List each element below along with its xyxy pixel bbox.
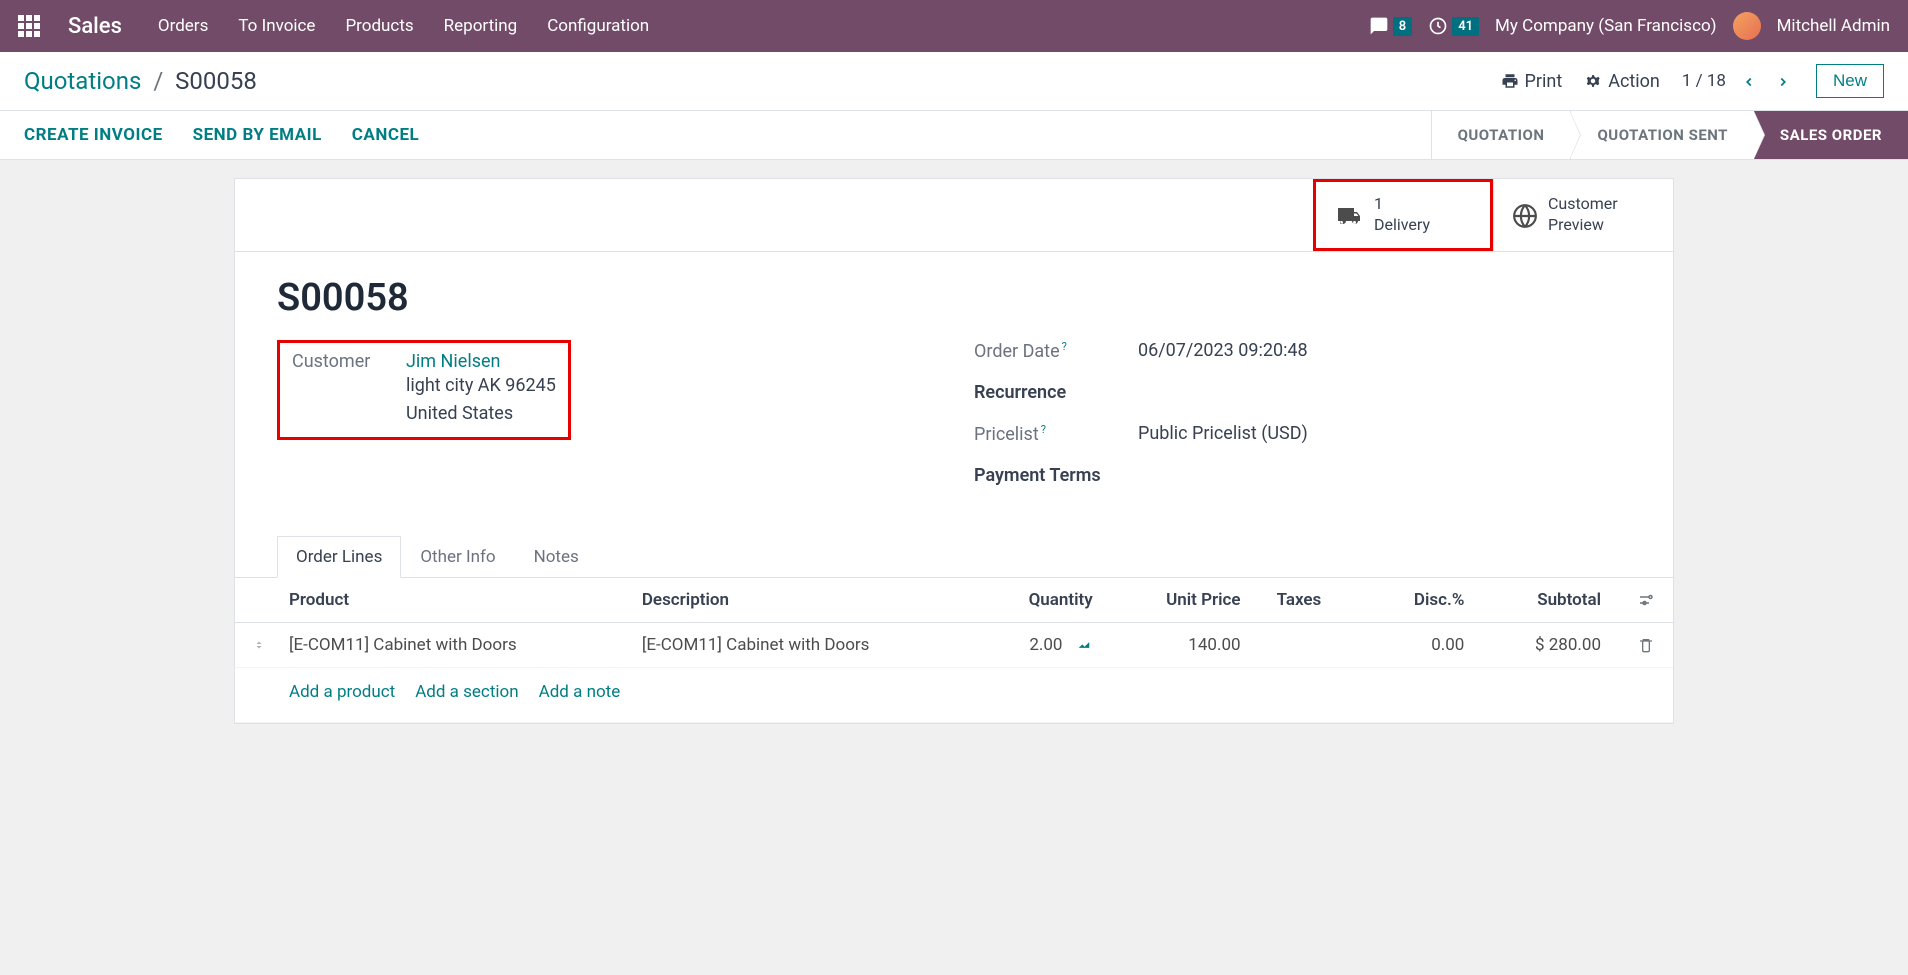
col-description[interactable]: Description [624,578,977,623]
action-bar: CREATE INVOICE SEND BY EMAIL CANCEL QUOT… [0,111,1908,160]
add-section-link[interactable]: Add a section [415,682,518,702]
delivery-stat-button[interactable]: 1 Delivery [1313,179,1493,251]
col-taxes[interactable]: Taxes [1259,578,1367,623]
order-date-label: Order Date? [974,340,1114,362]
printer-icon [1501,72,1519,90]
nav-configuration[interactable]: Configuration [547,16,649,36]
col-unit-price[interactable]: Unit Price [1111,578,1259,623]
messages-badge: 8 [1393,17,1412,36]
nav-reporting[interactable]: Reporting [444,16,518,36]
nav-orders[interactable]: Orders [158,16,208,36]
breadcrumb-sep: / [153,67,163,95]
add-product-link[interactable]: Add a product [289,682,395,702]
col-product[interactable]: Product [271,578,624,623]
preview-line1: Customer [1548,194,1618,215]
nav-products[interactable]: Products [345,16,413,36]
pager-count[interactable]: 1 / 18 [1682,71,1726,91]
forecast-icon[interactable] [1075,635,1093,655]
order-number: S00058 [277,276,1631,320]
pager-next[interactable] [1772,71,1794,92]
table-row[interactable]: [E-COM11] Cabinet with Doors [E-COM11] C… [235,622,1673,667]
customer-link[interactable]: Jim Nielsen [406,351,500,372]
delivery-label: Delivery [1374,215,1430,236]
customer-preview-button[interactable]: Customer Preview [1493,179,1673,251]
cell-unit-price[interactable]: 140.00 [1111,622,1259,667]
activities-button[interactable]: 41 [1428,16,1479,36]
order-date-value[interactable]: 06/07/2023 09:20:48 [1138,340,1308,361]
col-disc[interactable]: Disc.% [1367,578,1483,623]
cancel-button[interactable]: CANCEL [352,125,419,145]
send-email-button[interactable]: SEND BY EMAIL [193,125,322,145]
chevron-right-icon [1776,75,1790,89]
button-box: 1 Delivery Customer Preview [235,179,1673,252]
cell-taxes[interactable] [1259,622,1367,667]
columns-settings-icon[interactable] [1619,578,1673,623]
create-invoice-button[interactable]: CREATE INVOICE [24,125,163,145]
status-quotation-sent[interactable]: QUOTATION SENT [1570,111,1753,159]
breadcrumb-root[interactable]: Quotations [24,67,141,95]
apps-icon[interactable] [18,15,40,37]
breadcrumb-current: S00058 [175,67,257,95]
control-panel: Quotations / S00058 Print Action 1 / 18 … [0,52,1908,111]
col-quantity[interactable]: Quantity [977,578,1111,623]
status-sales-order[interactable]: SALES ORDER [1754,111,1908,159]
delete-row-icon[interactable] [1619,622,1673,667]
print-button[interactable]: Print [1501,71,1563,92]
help-icon[interactable]: ? [1062,340,1067,353]
new-button[interactable]: New [1816,64,1884,98]
app-name[interactable]: Sales [68,14,122,39]
help-icon[interactable]: ? [1041,423,1046,436]
delivery-count: 1 [1374,194,1430,215]
drag-handle-icon[interactable] [235,622,271,667]
status-quotation[interactable]: QUOTATION [1431,111,1571,159]
cell-product[interactable]: [E-COM11] Cabinet with Doors [271,622,624,667]
gear-icon [1584,72,1602,90]
breadcrumb: Quotations / S00058 [24,67,257,95]
tab-order-lines[interactable]: Order Lines [277,536,401,578]
status-bar: QUOTATION QUOTATION SENT SALES ORDER [1431,111,1908,159]
order-lines-table: Product Description Quantity Unit Price … [235,578,1673,723]
nav-to-invoice[interactable]: To Invoice [238,16,315,36]
customer-addr1: light city AK 96245 [406,372,556,401]
truck-icon [1334,201,1364,229]
company-name[interactable]: My Company (San Francisco) [1495,16,1717,36]
user-avatar[interactable] [1733,12,1761,40]
chevron-left-icon [1742,75,1756,89]
preview-line2: Preview [1548,215,1618,236]
top-navbar: Sales Orders To Invoice Products Reporti… [0,0,1908,52]
clock-icon [1428,16,1448,36]
messages-button[interactable]: 8 [1369,16,1412,36]
pricelist-value[interactable]: Public Pricelist (USD) [1138,423,1308,444]
tab-other-info[interactable]: Other Info [401,536,514,577]
customer-label: Customer [292,351,382,372]
add-note-link[interactable]: Add a note [539,682,621,702]
pager-prev[interactable] [1738,71,1760,92]
user-name[interactable]: Mitchell Admin [1777,16,1890,36]
pricelist-label: Pricelist? [974,423,1114,445]
customer-highlight: Customer Jim Nielsen light city AK 96245… [277,340,571,441]
tab-notes[interactable]: Notes [515,536,598,577]
cell-description[interactable]: [E-COM11] Cabinet with Doors [624,622,977,667]
form-sheet: 1 Delivery Customer Preview S00058 Custo… [234,178,1674,724]
tabs: Order Lines Other Info Notes [235,536,1673,577]
payment-terms-label: Payment Terms [974,465,1114,486]
col-subtotal[interactable]: Subtotal [1482,578,1619,623]
action-button[interactable]: Action [1584,71,1660,92]
chat-icon [1369,16,1389,36]
globe-icon [1512,200,1538,229]
cell-quantity[interactable]: 2.00 [977,622,1111,667]
cell-disc[interactable]: 0.00 [1367,622,1483,667]
recurrence-label: Recurrence [974,382,1114,403]
customer-addr2: United States [406,400,556,429]
activities-badge: 41 [1452,17,1479,36]
cell-subtotal: $ 280.00 [1482,622,1619,667]
